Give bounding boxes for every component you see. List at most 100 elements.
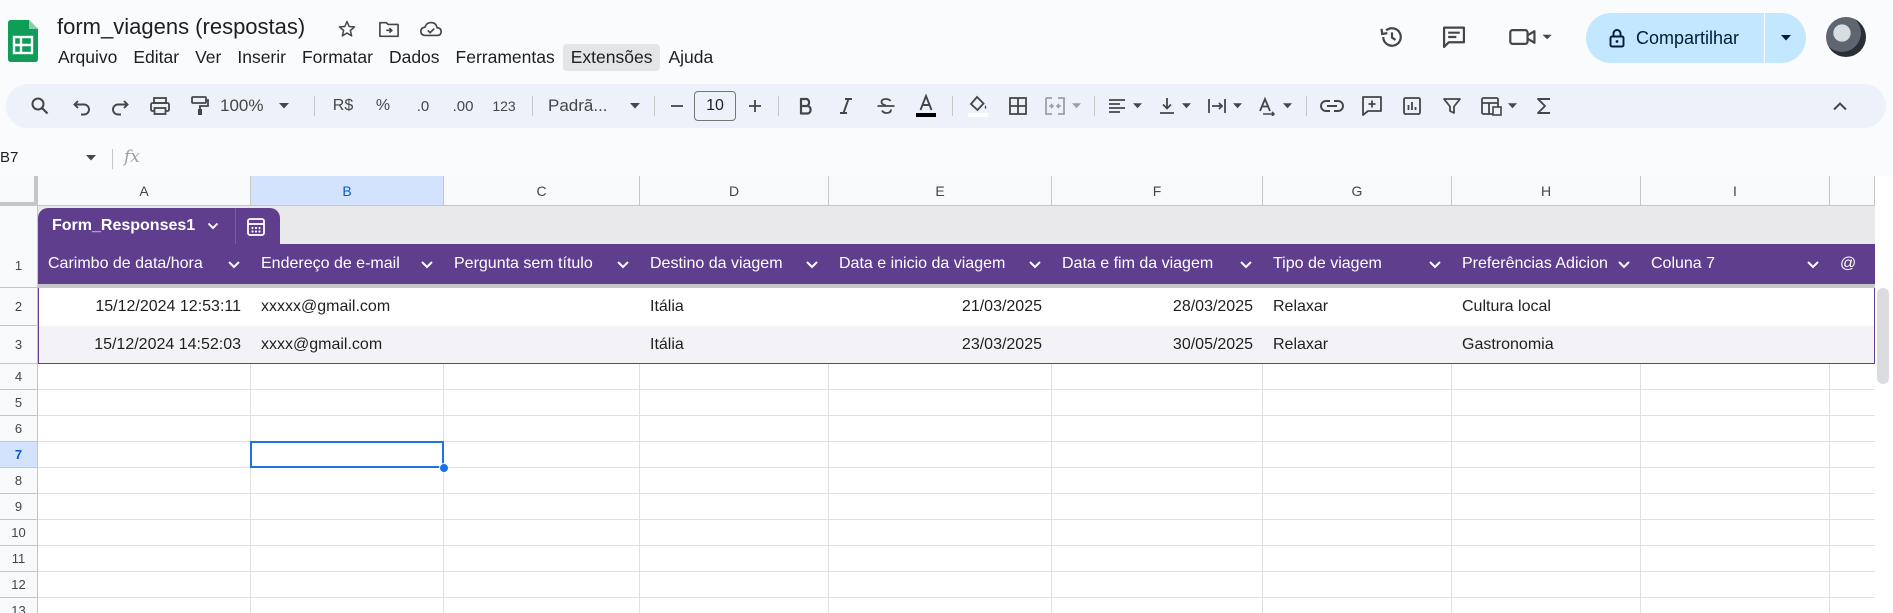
- table-header-cell[interactable]: Pergunta sem título: [444, 244, 640, 284]
- row-header-8[interactable]: 8: [0, 468, 38, 494]
- increase-decimals-button[interactable]: .00: [444, 84, 482, 128]
- print-icon[interactable]: [140, 84, 180, 128]
- column-header-b[interactable]: B: [251, 176, 444, 206]
- chevron-down-icon[interactable]: [1806, 254, 1820, 274]
- share-button[interactable]: Compartilhar: [1586, 13, 1806, 63]
- borders-icon[interactable]: [998, 84, 1038, 128]
- document-title[interactable]: form_viagens (respostas): [57, 14, 305, 40]
- row-header-9[interactable]: 9: [0, 494, 38, 520]
- table-header-cell[interactable]: Coluna 7: [1641, 244, 1830, 284]
- row-header-11[interactable]: 11: [0, 546, 38, 572]
- menu-ajuda[interactable]: Ajuda: [660, 44, 721, 71]
- merge-cells-icon[interactable]: [1038, 84, 1086, 128]
- version-history-icon[interactable]: [1376, 21, 1408, 53]
- selected-cell-b7[interactable]: [250, 441, 444, 468]
- table-header-cell[interactable]: Data e inicio da viagem: [829, 244, 1052, 284]
- cell-data-fim[interactable]: 30/05/2025: [1052, 326, 1263, 364]
- column-header-i[interactable]: I: [1641, 176, 1830, 206]
- decrease-font-size-icon[interactable]: [662, 84, 692, 128]
- insert-comment-icon[interactable]: [1352, 84, 1392, 128]
- column-header-g[interactable]: G: [1263, 176, 1452, 206]
- cell-data-fim[interactable]: 28/03/2025: [1052, 288, 1263, 326]
- text-rotation-icon[interactable]: [1250, 84, 1298, 128]
- menu-inserir[interactable]: Inserir: [229, 44, 294, 71]
- undo-icon[interactable]: [62, 84, 102, 128]
- font-size-input[interactable]: 10: [694, 91, 736, 121]
- menu-formatar[interactable]: Formatar: [294, 44, 381, 71]
- fill-color-icon[interactable]: [958, 84, 998, 128]
- cell-data-inicio[interactable]: 21/03/2025: [829, 288, 1052, 326]
- row-header-3[interactable]: 3: [0, 326, 38, 364]
- table-header-cell[interactable]: Data e fim da viagem: [1052, 244, 1263, 284]
- menu-extensoes[interactable]: Extensões: [562, 44, 661, 71]
- chevron-down-icon[interactable]: [616, 254, 630, 274]
- table-header-cell[interactable]: Carimbo de data/hora: [38, 244, 251, 284]
- font-family-select[interactable]: Padrã...: [542, 84, 646, 128]
- decrease-decimals-button[interactable]: .0: [404, 84, 442, 128]
- increase-font-size-icon[interactable]: [740, 84, 770, 128]
- name-box[interactable]: B7: [0, 147, 100, 171]
- column-header-d[interactable]: D: [640, 176, 829, 206]
- cloud-saved-icon[interactable]: [417, 15, 445, 43]
- cell-coluna-7[interactable]: [1641, 326, 1830, 364]
- filter-icon[interactable]: [1432, 84, 1472, 128]
- column-header-c[interactable]: C: [444, 176, 640, 206]
- row-header-7[interactable]: 7: [0, 442, 38, 468]
- more-formats-button[interactable]: 123: [484, 84, 524, 128]
- cell-tipo[interactable]: Relaxar: [1263, 288, 1452, 326]
- vertical-scrollbar[interactable]: [1877, 288, 1889, 384]
- meet-video-icon[interactable]: [1508, 21, 1554, 53]
- menu-ver[interactable]: Ver: [187, 44, 229, 71]
- row-header-4[interactable]: 4: [0, 364, 38, 390]
- row-header-5[interactable]: 5: [0, 390, 38, 416]
- row-header-2[interactable]: 2: [0, 288, 38, 326]
- format-percent-button[interactable]: %: [364, 84, 402, 128]
- add-column-button[interactable]: @: [1830, 244, 1875, 284]
- table-header-cell[interactable]: Tipo de viagem: [1263, 244, 1452, 284]
- cell-email[interactable]: xxxx@gmail.com: [251, 326, 444, 364]
- cell-timestamp[interactable]: 15/12/2024 14:52:03: [38, 326, 251, 364]
- menu-ferramentas[interactable]: Ferramentas: [448, 44, 563, 71]
- move-to-folder-icon[interactable]: [375, 15, 403, 43]
- row-header-6[interactable]: 6: [0, 416, 38, 442]
- cell-pergunta[interactable]: [444, 326, 640, 364]
- search-menus-icon[interactable]: [20, 84, 60, 128]
- comments-icon[interactable]: [1438, 21, 1470, 53]
- column-header-f[interactable]: F: [1052, 176, 1263, 206]
- paint-format-icon[interactable]: [180, 84, 220, 128]
- insert-link-icon[interactable]: [1312, 84, 1352, 128]
- cell-destino[interactable]: Itália: [640, 326, 829, 364]
- formula-input[interactable]: [156, 147, 1856, 171]
- bold-icon[interactable]: [786, 84, 826, 128]
- chevron-down-icon[interactable]: [1028, 254, 1042, 274]
- insert-chart-icon[interactable]: [1392, 84, 1432, 128]
- italic-icon[interactable]: [826, 84, 866, 128]
- share-options-dropdown[interactable]: [1765, 13, 1806, 63]
- cell-preferencias[interactable]: Gastronomia: [1452, 326, 1641, 364]
- zoom-select[interactable]: 100%: [220, 84, 304, 128]
- text-color-icon[interactable]: [906, 84, 946, 128]
- text-wrapping-icon[interactable]: [1200, 84, 1248, 128]
- share-main[interactable]: Compartilhar: [1586, 13, 1764, 63]
- cell-coluna-7[interactable]: [1641, 288, 1830, 326]
- menu-dados[interactable]: Dados: [381, 44, 448, 71]
- table-header-cell[interactable]: Preferências Adicionais: [1452, 244, 1641, 284]
- select-all-corner[interactable]: [0, 176, 38, 206]
- sheets-logo-icon[interactable]: [8, 20, 38, 62]
- table-header-cell[interactable]: Destino da viagem: [640, 244, 829, 284]
- table-name-menu[interactable]: Form_Responses1: [52, 217, 219, 235]
- chevron-down-icon[interactable]: [1239, 254, 1253, 274]
- cell-pergunta[interactable]: [444, 288, 640, 326]
- cell-preferencias[interactable]: Cultura local: [1452, 288, 1641, 326]
- row-header-12[interactable]: 12: [0, 572, 38, 598]
- functions-icon[interactable]: [1524, 84, 1564, 128]
- format-currency-button[interactable]: R$: [324, 84, 362, 128]
- table-calculator-icon[interactable]: [241, 214, 271, 240]
- vertical-align-icon[interactable]: [1150, 84, 1198, 128]
- menu-arquivo[interactable]: Arquivo: [50, 44, 125, 71]
- strikethrough-icon[interactable]: [866, 84, 906, 128]
- fill-handle[interactable]: [439, 463, 449, 473]
- cell-data-inicio[interactable]: 23/03/2025: [829, 326, 1052, 364]
- chevron-down-icon[interactable]: [420, 254, 434, 274]
- table-tab[interactable]: Form_Responses1: [38, 208, 280, 246]
